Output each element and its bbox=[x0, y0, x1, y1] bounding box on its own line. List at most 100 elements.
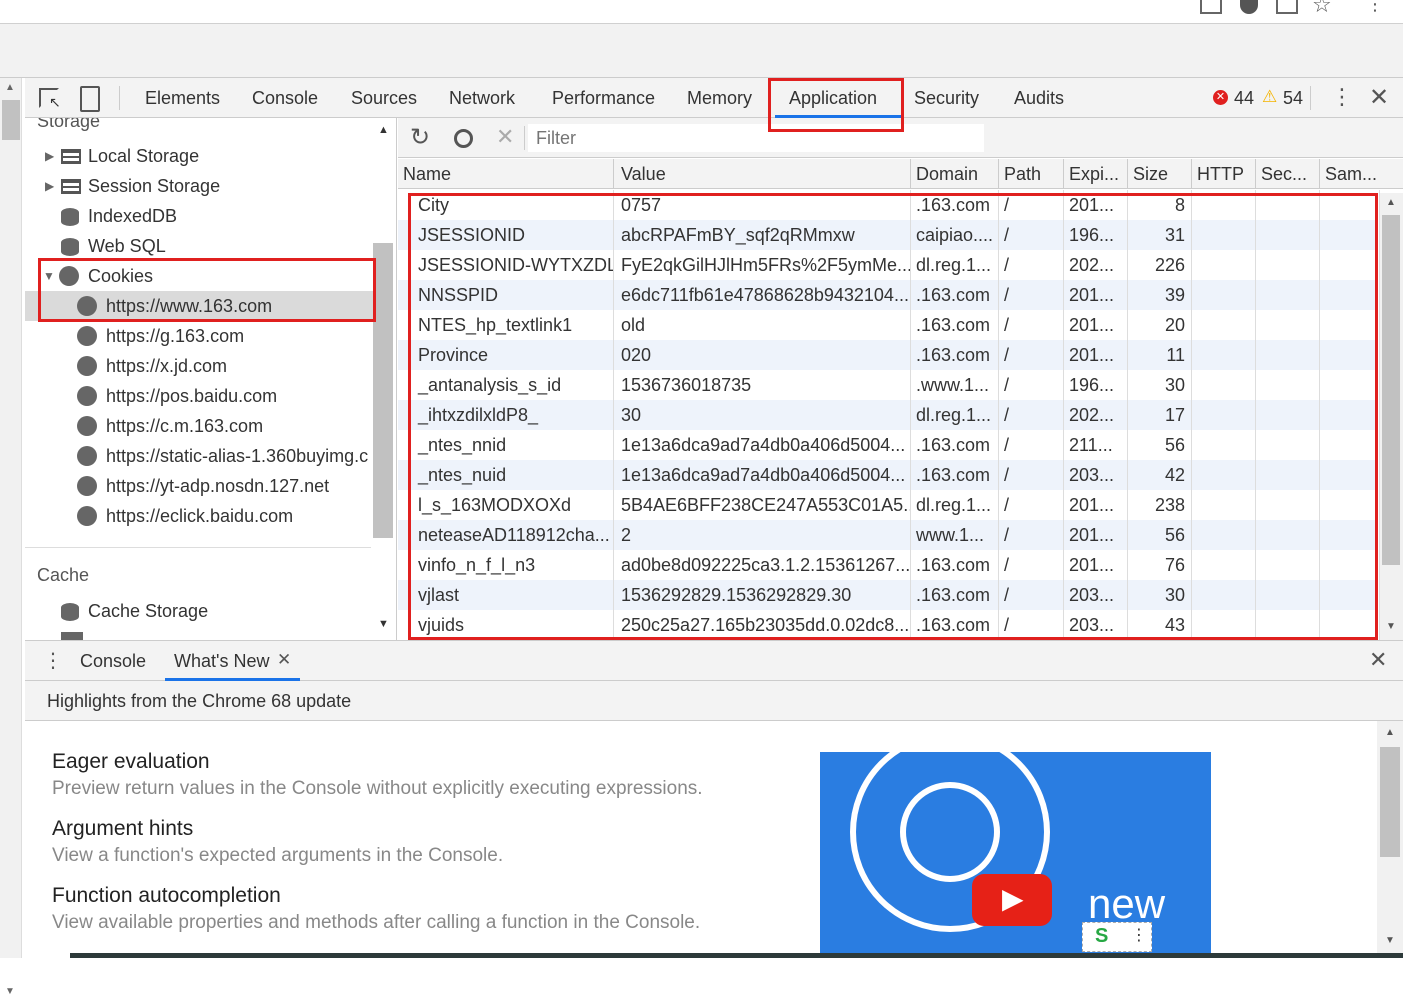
sidebar-item-partial bbox=[61, 632, 83, 640]
delete-selected-icon[interactable]: ✕ bbox=[496, 124, 514, 150]
scroll-down-arrow-icon[interactable]: ▼ bbox=[5, 986, 15, 997]
scroll-up-arrow-icon[interactable]: ▲ bbox=[1386, 197, 1396, 208]
sidebar-item-cache-storage[interactable]: Cache Storage bbox=[25, 596, 375, 626]
tab-console[interactable]: Console bbox=[252, 78, 318, 118]
cookie-origin-item[interactable]: https://pos.baidu.com bbox=[25, 381, 375, 411]
video-thumbnail[interactable]: ▶ new S ⋮ bbox=[820, 752, 1211, 958]
tab-performance[interactable]: Performance bbox=[552, 78, 655, 118]
scroll-thumb[interactable] bbox=[2, 100, 20, 140]
drawer-tab-console[interactable]: Console bbox=[80, 651, 146, 672]
close-devtools-icon[interactable]: ✕ bbox=[1369, 83, 1389, 112]
column-header-samesite[interactable]: Sam... bbox=[1320, 159, 1384, 189]
cookie-icon bbox=[77, 326, 97, 346]
feature-description: View available properties and methods af… bbox=[52, 912, 701, 933]
refresh-icon[interactable]: ↻ bbox=[410, 123, 430, 152]
customize-menu-icon[interactable]: ⋮ bbox=[1331, 84, 1353, 110]
warning-icon[interactable]: ⚠ bbox=[1262, 87, 1277, 107]
scroll-down-arrow-icon[interactable]: ▼ bbox=[1385, 935, 1395, 946]
cookie-origin-label: https://static-alias-1.360buyimg.c bbox=[106, 446, 369, 466]
extension-icon[interactable] bbox=[1276, 0, 1298, 14]
ime-widget-icon[interactable]: S ⋮ bbox=[1082, 922, 1152, 952]
database-icon bbox=[61, 238, 79, 256]
toolbar-divider bbox=[1310, 86, 1311, 110]
column-header-http[interactable]: HTTP bbox=[1192, 159, 1256, 189]
content-scrollbar[interactable]: ▲ ▼ bbox=[1377, 721, 1403, 958]
tab-network[interactable]: Network bbox=[449, 78, 515, 118]
sidebar-item-label: Local Storage bbox=[88, 146, 200, 166]
feature-title[interactable]: Argument hints bbox=[52, 817, 193, 841]
sidebar-item-web-sql[interactable]: Web SQL bbox=[25, 231, 375, 261]
highlight-box-cookies bbox=[38, 258, 376, 322]
ime-menu-icon: ⋮ bbox=[1131, 927, 1147, 944]
error-icon[interactable]: ✕ bbox=[1213, 90, 1228, 105]
tab-audits[interactable]: Audits bbox=[1014, 78, 1064, 118]
column-header-name[interactable]: Name bbox=[398, 159, 614, 189]
extension-icon[interactable] bbox=[1200, 0, 1222, 14]
scroll-up-arrow-icon[interactable]: ▲ bbox=[5, 82, 15, 93]
play-button-icon[interactable]: ▶ bbox=[972, 874, 1052, 926]
extension-icon[interactable] bbox=[1240, 0, 1258, 14]
scroll-up-arrow-icon[interactable]: ▲ bbox=[1385, 727, 1395, 738]
scroll-up-arrow-icon[interactable]: ▲ bbox=[378, 124, 389, 136]
expand-arrow-icon[interactable]: ▶ bbox=[45, 141, 54, 171]
device-toolbar-icon[interactable] bbox=[80, 86, 100, 112]
drawer-menu-icon[interactable]: ⋮ bbox=[43, 648, 63, 673]
drawer-tab-whats-new[interactable]: What's New ✕ bbox=[165, 641, 300, 681]
cookie-icon bbox=[77, 386, 97, 406]
whats-new-header: Highlights from the Chrome 68 update bbox=[25, 681, 1403, 721]
clear-all-icon[interactable] bbox=[454, 129, 473, 148]
database-icon bbox=[61, 208, 79, 226]
sidebar-item-indexeddb[interactable]: IndexedDB bbox=[25, 201, 375, 231]
cookie-origin-item[interactable]: https://c.m.163.com bbox=[25, 411, 375, 441]
database-icon bbox=[61, 603, 79, 621]
scroll-thumb[interactable] bbox=[373, 243, 393, 538]
column-header-secure[interactable]: Sec... bbox=[1256, 159, 1320, 189]
close-tab-icon[interactable]: ✕ bbox=[277, 650, 291, 670]
ime-logo-icon: S bbox=[1095, 925, 1109, 947]
page-gap bbox=[0, 24, 1403, 78]
column-header-value[interactable]: Value bbox=[616, 159, 911, 189]
feature-title[interactable]: Function autocompletion bbox=[52, 884, 281, 908]
filter-input[interactable] bbox=[528, 124, 984, 152]
tab-sources[interactable]: Sources bbox=[351, 78, 417, 118]
column-header-path[interactable]: Path bbox=[999, 159, 1064, 189]
tab-memory[interactable]: Memory bbox=[687, 78, 752, 118]
sidebar-item-session-storage[interactable]: ▶ Session Storage bbox=[25, 171, 375, 201]
scroll-thumb[interactable] bbox=[1380, 747, 1400, 857]
scroll-down-arrow-icon[interactable]: ▼ bbox=[378, 618, 389, 630]
sidebar-item-local-storage[interactable]: ▶ Local Storage bbox=[25, 141, 375, 171]
cookie-origin-item[interactable]: https://x.jd.com bbox=[25, 351, 375, 381]
column-header-domain[interactable]: Domain bbox=[911, 159, 999, 189]
close-drawer-icon[interactable]: ✕ bbox=[1369, 647, 1387, 673]
cookie-origin-item[interactable]: https://static-alias-1.360buyimg.c bbox=[25, 441, 375, 471]
star-icon[interactable]: ☆ bbox=[1312, 0, 1332, 18]
toolbar-divider bbox=[524, 126, 525, 150]
feature-description: View a function's expected arguments in … bbox=[52, 845, 504, 866]
cookie-icon bbox=[77, 446, 97, 466]
table-scrollbar[interactable]: ▲ ▼ bbox=[1380, 193, 1403, 640]
sidebar-item-label: IndexedDB bbox=[88, 206, 178, 226]
section-title-storage: Storage bbox=[37, 118, 101, 131]
drawer-toolbar: ⋮ Console What's New ✕ ✕ bbox=[25, 640, 1403, 681]
expand-arrow-icon[interactable]: ▶ bbox=[45, 171, 54, 201]
menu-icon[interactable]: ⋮ bbox=[1366, 0, 1384, 15]
error-count[interactable]: 44 bbox=[1234, 88, 1254, 109]
tab-elements[interactable]: Elements bbox=[145, 78, 220, 118]
tab-security[interactable]: Security bbox=[914, 78, 979, 118]
highlight-box-table bbox=[408, 193, 1378, 640]
column-header-size[interactable]: Size bbox=[1128, 159, 1192, 189]
sidebar-scrollbar[interactable]: ▲ ▼ bbox=[373, 118, 395, 640]
column-header-expires[interactable]: Expi... bbox=[1064, 159, 1128, 189]
scroll-thumb[interactable] bbox=[1382, 215, 1400, 565]
window-scrollbar[interactable]: ▲ ▼ bbox=[0, 78, 22, 997]
cookie-origin-label: https://c.m.163.com bbox=[106, 416, 264, 436]
table-header: Name Value Domain Path Expi... Size HTTP… bbox=[398, 159, 1403, 189]
browser-toolbar: ☆ ⋮ bbox=[0, 0, 1403, 24]
cookie-origin-item[interactable]: https://eclick.baidu.com bbox=[25, 501, 375, 531]
warning-count[interactable]: 54 bbox=[1283, 88, 1303, 109]
cookie-origin-item[interactable]: https://yt-adp.nosdn.127.net bbox=[25, 471, 375, 501]
scroll-down-arrow-icon[interactable]: ▼ bbox=[1386, 621, 1396, 632]
feature-title[interactable]: Eager evaluation bbox=[52, 750, 210, 774]
cookie-origin-item[interactable]: https://g.163.com bbox=[25, 321, 375, 351]
cookie-icon bbox=[77, 476, 97, 496]
